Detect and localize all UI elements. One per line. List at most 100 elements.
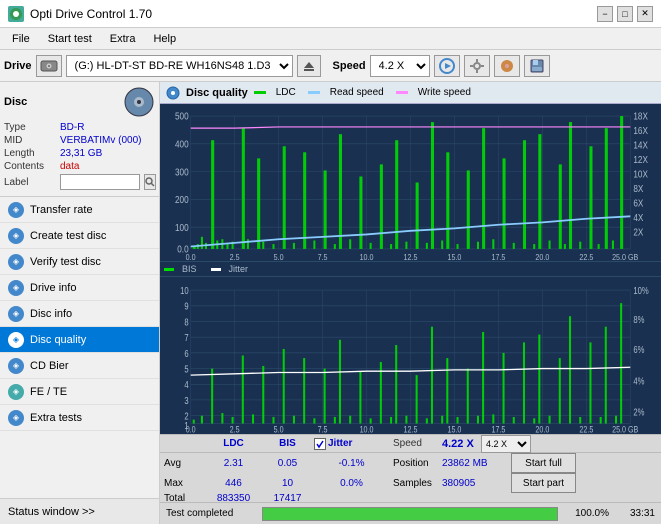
disc-contents-value: data <box>60 161 79 172</box>
start-part-button[interactable]: Start part <box>511 473 576 493</box>
nav-disc-info-label: Disc info <box>30 308 72 320</box>
disc-quality-title: Disc quality <box>186 87 248 99</box>
disc-icon[interactable] <box>494 55 520 77</box>
svg-text:5.0: 5.0 <box>274 425 284 434</box>
ldc-legend-label: LDC <box>276 87 296 98</box>
disc-label-row: Label <box>4 174 155 190</box>
svg-text:300: 300 <box>175 167 189 178</box>
drive-bar: Drive (G:) HL-DT-ST BD-RE WH16NS48 1.D3 … <box>0 50 661 82</box>
maximize-button[interactable]: □ <box>617 6 633 22</box>
svg-text:6%: 6% <box>633 344 644 355</box>
disc-title: Disc <box>4 96 27 108</box>
nav-extra-tests-label: Extra tests <box>30 412 82 424</box>
read-legend-color <box>308 91 320 94</box>
drive-label: Drive <box>4 60 32 72</box>
disc-type-row: Type BD-R <box>4 122 155 133</box>
svg-text:10.0: 10.0 <box>360 425 374 434</box>
config-icon[interactable] <box>464 55 490 77</box>
jitter-legend-label: Jitter <box>229 264 249 274</box>
svg-text:25.0 GB: 25.0 GB <box>612 252 638 261</box>
svg-text:22.5: 22.5 <box>579 252 594 261</box>
max-bis: 10 <box>265 478 310 489</box>
svg-text:18X: 18X <box>633 111 648 122</box>
drive-icon <box>36 55 62 77</box>
legend: LDC Read speed Write speed <box>254 87 471 98</box>
nav-transfer-rate[interactable]: ◈ Transfer rate <box>0 197 159 223</box>
menu-start-test[interactable]: Start test <box>40 31 100 47</box>
transfer-rate-icon: ◈ <box>8 202 24 218</box>
nav-fe-te[interactable]: ◈ FE / TE <box>0 379 159 405</box>
start-full-button[interactable]: Start full <box>511 453 576 473</box>
jitter-checkbox[interactable] <box>314 438 326 450</box>
svg-text:7.5: 7.5 <box>318 252 329 261</box>
bis-legend: BIS Jitter <box>160 261 661 276</box>
write-legend-color <box>396 91 408 94</box>
position-label: Position <box>393 458 438 469</box>
jitter-checkbox-group: Jitter <box>314 438 389 450</box>
svg-text:8%: 8% <box>633 314 644 325</box>
menu-help[interactable]: Help <box>145 31 184 47</box>
nav-disc-quality-label: Disc quality <box>30 334 86 346</box>
content-area: Disc quality LDC Read speed Write speed <box>160 82 661 524</box>
title-bar: Opti Drive Control 1.70 − □ ✕ <box>0 0 661 28</box>
status-window-label: Status window >> <box>8 506 95 518</box>
disc-graphic <box>123 86 155 118</box>
svg-text:7: 7 <box>184 332 188 343</box>
nav-drive-info-label: Drive info <box>30 282 76 294</box>
save-icon[interactable] <box>524 55 550 77</box>
status-window[interactable]: Status window >> <box>0 498 159 524</box>
speed-dropdown[interactable]: 4.2 X <box>481 435 531 453</box>
nav-verify-test-label: Verify test disc <box>30 256 101 268</box>
close-button[interactable]: ✕ <box>637 6 653 22</box>
bottom-chart-svg: 10 9 8 7 6 5 4 3 2 1 10% 8% <box>160 277 661 434</box>
nav-verify-test-disc[interactable]: ◈ Verify test disc <box>0 249 159 275</box>
progress-bar-container <box>262 507 558 521</box>
disc-length-value: 23,31 GB <box>60 148 102 159</box>
chart-bottom: 10 9 8 7 6 5 4 3 2 1 10% 8% <box>160 276 661 434</box>
progress-bar-fill <box>263 508 557 520</box>
progress-percent: 100.0% <box>564 508 609 519</box>
nav-cd-bier[interactable]: ◈ CD Bier <box>0 353 159 379</box>
drive-select[interactable]: (G:) HL-DT-ST BD-RE WH16NS48 1.D3 <box>66 55 293 77</box>
stats-avg-row: Avg 2.31 0.05 -0.1% Position 23862 MB St… <box>160 453 661 473</box>
svg-text:10%: 10% <box>633 285 648 296</box>
nav-disc-info[interactable]: ◈ Disc info <box>0 301 159 327</box>
menu-extra[interactable]: Extra <box>102 31 144 47</box>
menu-file[interactable]: File <box>4 31 38 47</box>
minimize-button[interactable]: − <box>597 6 613 22</box>
nav-drive-info[interactable]: ◈ Drive info <box>0 275 159 301</box>
disc-label-input[interactable] <box>60 174 140 190</box>
nav-disc-quality[interactable]: ◈ Disc quality <box>0 327 159 353</box>
disc-header: Disc <box>4 86 155 118</box>
disc-contents-label: Contents <box>4 161 56 172</box>
stats-max-row: Max 446 10 0.0% Samples 380905 Start par… <box>160 473 661 493</box>
disc-type-value: BD-R <box>60 122 84 133</box>
speed-header: Speed <box>393 438 438 449</box>
nav-extra-tests[interactable]: ◈ Extra tests <box>0 405 159 431</box>
title-bar-controls: − □ ✕ <box>597 6 653 22</box>
svg-text:4%: 4% <box>633 375 644 386</box>
avg-bis: 0.05 <box>265 458 310 469</box>
eject-button[interactable] <box>297 55 321 77</box>
verify-test-icon: ◈ <box>8 254 24 270</box>
disc-mid-value: VERBATIMv (000) <box>60 135 142 146</box>
speed-select[interactable]: 4.2 X <box>370 55 430 77</box>
label-search-button[interactable] <box>144 174 156 190</box>
disc-quality-icon: ◈ <box>8 332 24 348</box>
svg-text:12X: 12X <box>633 155 648 166</box>
nav-create-test-disc[interactable]: ◈ Create test disc <box>0 223 159 249</box>
stats-headers: LDC BIS Jitter Speed 4.22 X 4.2 X <box>160 435 661 453</box>
avg-jitter: -0.1% <box>314 458 389 469</box>
disc-panel: Disc Type BD-R MID VERBATIMv (000) Lengt… <box>0 82 159 197</box>
app-title: Opti Drive Control 1.70 <box>30 7 152 21</box>
read-legend-label: Read speed <box>330 87 384 98</box>
disc-mid-row: MID VERBATIMv (000) <box>4 135 155 146</box>
cd-bier-icon: ◈ <box>8 358 24 374</box>
speed-label: Speed <box>333 60 366 72</box>
svg-text:100: 100 <box>175 222 189 233</box>
progress-area: Test completed 100.0% 33:31 <box>160 502 661 524</box>
svg-text:2X: 2X <box>633 227 643 238</box>
read-icon[interactable] <box>434 55 460 77</box>
svg-text:2.5: 2.5 <box>230 252 241 261</box>
progress-time: 33:31 <box>615 508 655 519</box>
